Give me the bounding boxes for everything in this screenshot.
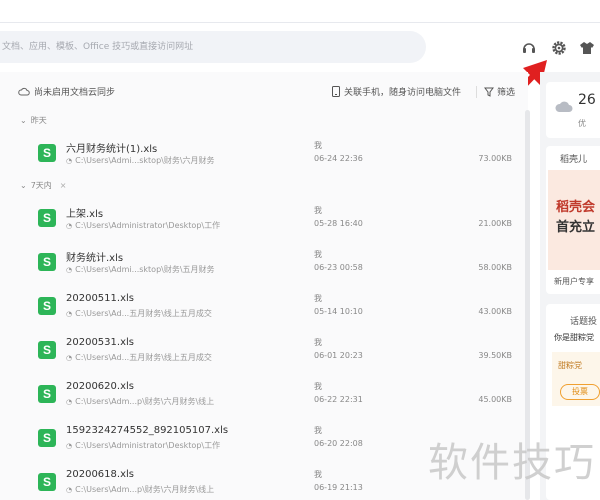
file-path: ◔ C:\Users\Administrator\Desktop\工作 (66, 221, 221, 230)
title-strip (0, 0, 600, 22)
phone-label: 关联手机，随身访问电脑文件 (344, 88, 462, 98)
clock-icon: ◔ (66, 265, 73, 274)
ad-label: 稻壳儿 (560, 155, 588, 165)
group-header-yesterday[interactable]: ⌄ 昨天 (20, 115, 47, 126)
file-date: 05-28 16:40 (314, 219, 363, 228)
clock-icon: ◔ (66, 397, 73, 406)
cloud-icon (18, 87, 30, 95)
file-name: 20200618.xls (66, 469, 134, 480)
topic-question: 你是甜粽党 (554, 333, 594, 342)
file-name: 1592324274552_892105107.xls (66, 425, 229, 436)
file-owner: 我 (314, 426, 322, 435)
phone-icon (332, 86, 340, 97)
file-row[interactable]: S 上架.xls ◔ C:\Users\Administrator\Desktop… (0, 199, 520, 243)
file-owner: 我 (314, 382, 322, 391)
file-owner: 我 (314, 338, 322, 347)
file-row[interactable]: S 六月财务统计(1).xls ◔ C:\Users\Admi...sktop\财… (0, 134, 520, 178)
file-name: 上架.xls (66, 209, 104, 220)
file-size: 43.00KB (478, 307, 512, 316)
file-name: 财务统计.xls (66, 253, 124, 264)
filter-button[interactable]: 筛选 (484, 85, 515, 98)
file-size: 39.50KB (478, 351, 512, 360)
excel-file-icon: S (38, 253, 56, 271)
file-name: 六月财务统计(1).xls (66, 144, 158, 155)
group-header-7days[interactable]: ⌄ 7天内 × (20, 180, 67, 191)
file-row[interactable]: S 20200531.xls ◔ C:\Users\Ad...五月财务\线上五月成… (0, 331, 520, 375)
file-name: 20200620.xls (66, 381, 134, 392)
file-name: 20200511.xls (66, 293, 134, 304)
clock-icon: ◔ (66, 221, 73, 230)
file-date: 05-14 10:10 (314, 307, 363, 316)
clock-icon: ◔ (66, 441, 73, 450)
chevron-down-icon: ⌄ (20, 116, 27, 125)
chevron-down-icon: ⌄ (20, 181, 27, 190)
weather-card[interactable]: 26 优 (546, 82, 600, 138)
file-date: 06-23 00:58 (314, 263, 363, 272)
weather-air: 优 (578, 119, 586, 128)
excel-file-icon: S (38, 209, 56, 227)
file-date: 06-01 20:23 (314, 351, 363, 360)
panel-subheader: 尚未启用文档云同步 关联手机，随身访问电脑文件 筛选 (0, 80, 528, 104)
file-path: ◔ C:\Users\Ad...五月财务\线上五月成交 (66, 309, 212, 318)
skin-icon[interactable] (578, 39, 596, 57)
link-phone-button[interactable]: 关联手机，随身访问电脑文件 (332, 85, 461, 98)
ad-footer: 新用户专享 (554, 277, 594, 286)
filter-label: 筛选 (497, 88, 516, 98)
file-date: 06-22 22:31 (314, 395, 363, 404)
clock-icon: ◔ (66, 156, 73, 165)
excel-file-icon: S (38, 297, 56, 315)
file-owner: 我 (314, 470, 322, 479)
excel-file-icon: S (38, 429, 56, 447)
file-path: ◔ C:\Users\Admi...sktop\财务\五月财务 (66, 265, 215, 274)
divider (476, 86, 477, 98)
file-size: 45.00KB (478, 395, 512, 404)
watermark: 软件技巧 (428, 440, 596, 486)
file-size: 58.00KB (478, 263, 512, 272)
cloud-sync-link[interactable]: 尚未启用文档云同步 (18, 85, 115, 98)
file-size: 73.00KB (478, 154, 512, 163)
file-row[interactable]: S 财务统计.xls ◔ C:\Users\Admi...sktop\财务\五月财… (0, 243, 520, 287)
sync-label: 尚未启用文档云同步 (34, 88, 116, 98)
file-owner: 我 (314, 294, 322, 303)
clock-icon: ◔ (66, 485, 73, 494)
weather-temp: 26 (578, 92, 596, 108)
topic-option: 甜粽党 (558, 361, 582, 370)
close-icon[interactable]: × (60, 181, 67, 190)
search-input[interactable] (0, 31, 426, 63)
topic-label: 话题投 (570, 317, 598, 327)
file-owner: 我 (314, 141, 322, 150)
file-date: 06-19 21:13 (314, 483, 363, 492)
group-label: 7天内 (30, 181, 52, 190)
file-path: ◔ C:\Users\Administrator\Desktop\工作 (66, 441, 221, 450)
ad-title-1: 稻壳会 (556, 200, 596, 215)
ad-card[interactable]: 稻壳儿 稻壳会 首充立 新用户专享 (546, 146, 600, 294)
clock-icon: ◔ (66, 353, 73, 362)
file-name: 20200531.xls (66, 337, 134, 348)
file-row[interactable]: S 20200511.xls ◔ C:\Users\Ad...五月财务\线上五月成… (0, 287, 520, 331)
file-path: ◔ C:\Users\Ad...五月财务\线上五月成交 (66, 353, 212, 362)
file-size: 21.00KB (478, 219, 512, 228)
file-owner: 我 (314, 250, 322, 259)
group-label: 昨天 (30, 116, 47, 125)
file-path: ◔ C:\Users\Adm...p\财务\六月财务\线上 (66, 485, 215, 494)
file-path: ◔ C:\Users\Adm...p\财务\六月财务\线上 (66, 397, 215, 406)
excel-file-icon: S (38, 341, 56, 359)
vote-button[interactable]: 投票 (560, 384, 600, 400)
file-owner: 我 (314, 206, 322, 215)
excel-file-icon: S (38, 385, 56, 403)
excel-file-icon: S (38, 144, 56, 162)
search-box[interactable] (0, 31, 426, 63)
file-date: 06-20 22:08 (314, 439, 363, 448)
clock-icon: ◔ (66, 309, 73, 318)
excel-file-icon: S (38, 473, 56, 491)
file-date: 06-24 22:36 (314, 154, 363, 163)
ad-title-2: 首充立 (556, 220, 596, 235)
file-row[interactable]: S 20200620.xls ◔ C:\Users\Adm...p\财务\六月财务… (0, 375, 520, 419)
cloud-weather-icon (555, 101, 573, 112)
file-path: ◔ C:\Users\Admi...sktop\财务\六月财务 (66, 156, 215, 165)
filter-icon (484, 87, 494, 97)
